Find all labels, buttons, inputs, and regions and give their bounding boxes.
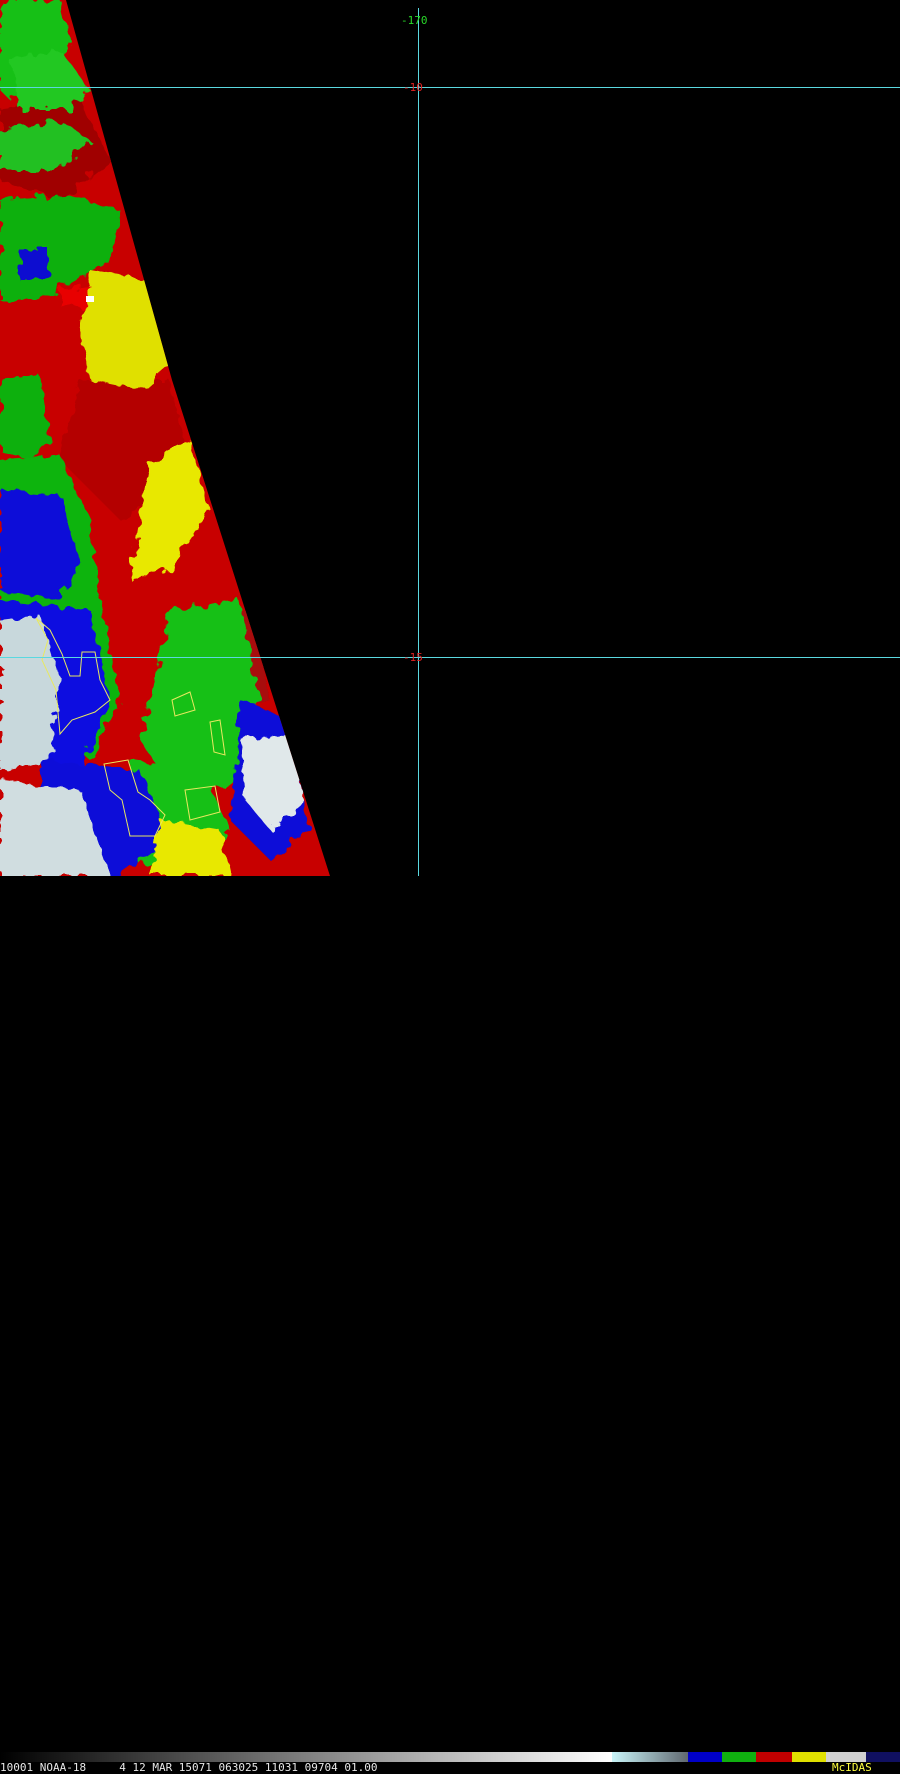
- infrared-satellite-imagery: [0, 0, 900, 876]
- bright-cloud-pixel: [86, 296, 94, 302]
- latitude-label-10s: -10: [403, 81, 423, 94]
- enhancement-colorbar: [0, 1752, 900, 1762]
- longitude-label: -170: [401, 14, 428, 27]
- status-bar: 10001 NOAA-18 4 12 MAR 15071 063025 1103…: [0, 876, 900, 1774]
- latitude-gridline-15s: [0, 657, 900, 658]
- longitude-gridline: [418, 8, 419, 876]
- mcidas-brand-label: McIDAS: [832, 1761, 872, 1774]
- latitude-gridline-10s: [0, 87, 900, 88]
- image-metadata-text: 10001 NOAA-18 4 12 MAR 15071 063025 1103…: [0, 1761, 378, 1774]
- latitude-label-15s: -15: [403, 651, 423, 664]
- satellite-image-viewer[interactable]: -170 -10 -15: [0, 0, 900, 900]
